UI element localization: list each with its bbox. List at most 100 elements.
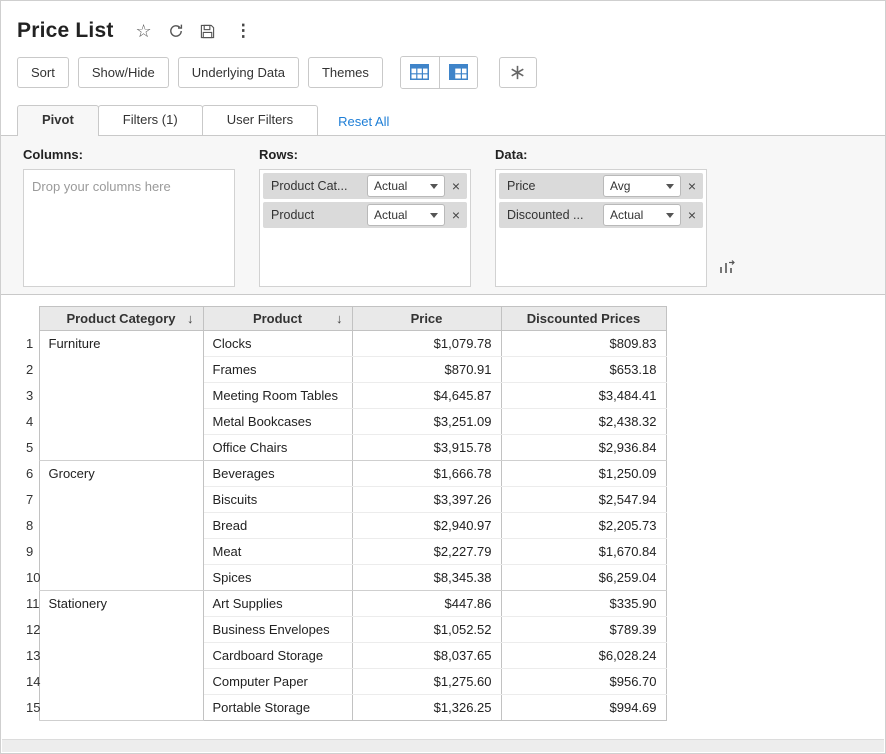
chip-select-value: Actual: [374, 179, 407, 193]
price-cell: $1,275.60: [352, 669, 501, 695]
sort-descending-icon: ↓: [187, 311, 194, 326]
chevron-down-icon: [666, 213, 674, 218]
view-switcher: [400, 56, 478, 89]
refresh-icon[interactable]: [168, 23, 184, 39]
category-cell: [39, 565, 203, 591]
price-cell: $1,079.78: [352, 331, 501, 357]
data-chip-discounted[interactable]: Discounted ... Actual ×: [499, 202, 703, 228]
chip-label: Product Cat...: [271, 179, 367, 193]
data-dropzone[interactable]: Price Avg × Discounted ... Actual ×: [495, 169, 707, 287]
chip-label: Product: [271, 208, 367, 222]
price-cell: $447.86: [352, 591, 501, 617]
more-options-icon[interactable]: ⋮: [235, 21, 252, 41]
chip-aggregate-select[interactable]: Avg: [603, 175, 681, 197]
row-number: 8: [17, 513, 39, 539]
pivot-table-area: Product Category ↓ Product ↓ Price Disco…: [1, 295, 885, 721]
show-hide-button[interactable]: Show/Hide: [78, 57, 169, 88]
table-row: 5Office Chairs$3,915.78$2,936.84: [17, 435, 666, 461]
favorite-star-icon[interactable]: ☆: [136, 22, 152, 40]
rows-dropzone[interactable]: Product Cat... Actual × Product Actual ×: [259, 169, 471, 287]
discounted-cell: $809.83: [501, 331, 666, 357]
chip-remove-icon[interactable]: ×: [681, 178, 703, 194]
chip-select-value: Avg: [610, 179, 630, 193]
price-cell: $1,666.78: [352, 461, 501, 487]
data-label: Data:: [495, 147, 707, 162]
product-cell: Clocks: [203, 331, 352, 357]
tab-user-filters[interactable]: User Filters: [202, 105, 318, 135]
header-discounted-prices[interactable]: Discounted Prices: [501, 307, 666, 331]
product-cell: Bread: [203, 513, 352, 539]
row-number: 5: [17, 435, 39, 461]
chevron-down-icon: [666, 184, 674, 189]
product-cell: Office Chairs: [203, 435, 352, 461]
category-cell: [39, 539, 203, 565]
discounted-cell: $335.90: [501, 591, 666, 617]
category-cell: [39, 513, 203, 539]
horizontal-scrollbar[interactable]: [2, 739, 884, 752]
table-row: 3Meeting Room Tables$4,645.87$3,484.41: [17, 383, 666, 409]
reset-all-link[interactable]: Reset All: [338, 114, 389, 129]
row-number: 4: [17, 409, 39, 435]
columns-section: Columns: Drop your columns here: [23, 147, 235, 280]
underlying-data-button[interactable]: Underlying Data: [178, 57, 299, 88]
category-cell: [39, 435, 203, 461]
app-window: Price List ☆ ⋮ Sort Show/Hide Underly: [0, 0, 886, 754]
themes-button[interactable]: Themes: [308, 57, 383, 88]
row-number: 3: [17, 383, 39, 409]
data-chip-price[interactable]: Price Avg ×: [499, 173, 703, 199]
category-cell: [39, 643, 203, 669]
chip-aggregate-select[interactable]: Actual: [367, 204, 445, 226]
category-cell: Furniture: [39, 331, 203, 357]
discounted-cell: $2,205.73: [501, 513, 666, 539]
row-chip-product[interactable]: Product Actual ×: [263, 202, 467, 228]
header-product[interactable]: Product ↓: [203, 307, 352, 331]
row-number: 7: [17, 487, 39, 513]
price-cell: $870.91: [352, 357, 501, 383]
table-header-row: Product Category ↓ Product ↓ Price Disco…: [17, 307, 666, 331]
row-number: 9: [17, 539, 39, 565]
discounted-cell: $789.39: [501, 617, 666, 643]
header-price[interactable]: Price: [352, 307, 501, 331]
columns-dropzone[interactable]: Drop your columns here: [23, 169, 235, 287]
row-number: 6: [17, 461, 39, 487]
pivot-view-icon[interactable]: [439, 57, 477, 88]
chip-aggregate-select[interactable]: Actual: [603, 204, 681, 226]
product-cell: Beverages: [203, 461, 352, 487]
row-number: 11: [17, 591, 39, 617]
tabstrip: Pivot Filters (1) User Filters Reset All: [1, 89, 885, 135]
rows-section: Rows: Product Cat... Actual × Product Ac…: [259, 147, 471, 280]
chip-remove-icon[interactable]: ×: [445, 178, 467, 194]
chevron-down-icon: [430, 213, 438, 218]
tab-pivot[interactable]: Pivot: [17, 105, 99, 136]
chip-remove-icon[interactable]: ×: [445, 207, 467, 223]
save-icon[interactable]: [200, 24, 215, 39]
table-row: 6GroceryBeverages$1,666.78$1,250.09: [17, 461, 666, 487]
chip-aggregate-select[interactable]: Actual: [367, 175, 445, 197]
table-row: 13Cardboard Storage$8,037.65$6,028.24: [17, 643, 666, 669]
price-cell: $3,397.26: [352, 487, 501, 513]
header-label: Product: [253, 311, 302, 326]
table-row: 12Business Envelopes$1,052.52$789.39: [17, 617, 666, 643]
sort-descending-icon: ↓: [336, 311, 343, 326]
discounted-cell: $994.69: [501, 695, 666, 721]
table-view-icon[interactable]: [401, 57, 439, 88]
product-cell: Portable Storage: [203, 695, 352, 721]
sort-button[interactable]: Sort: [17, 57, 69, 88]
discounted-cell: $1,250.09: [501, 461, 666, 487]
category-cell: Stationery: [39, 591, 203, 617]
category-cell: [39, 409, 203, 435]
chip-remove-icon[interactable]: ×: [681, 207, 703, 223]
price-cell: $4,645.87: [352, 383, 501, 409]
product-cell: Metal Bookcases: [203, 409, 352, 435]
header-product-category[interactable]: Product Category ↓: [39, 307, 203, 331]
price-cell: $3,915.78: [352, 435, 501, 461]
price-cell: $3,251.09: [352, 409, 501, 435]
pivot-layout-icon[interactable]: [718, 259, 735, 280]
table-row: 2Frames$870.91$653.18: [17, 357, 666, 383]
quick-actions-asterisk-icon[interactable]: [499, 57, 537, 88]
table-row: 10Spices$8,345.38$6,259.04: [17, 565, 666, 591]
tab-filters[interactable]: Filters (1): [98, 105, 203, 135]
chip-select-value: Actual: [610, 208, 643, 222]
row-chip-product-category[interactable]: Product Cat... Actual ×: [263, 173, 467, 199]
row-number: 12: [17, 617, 39, 643]
